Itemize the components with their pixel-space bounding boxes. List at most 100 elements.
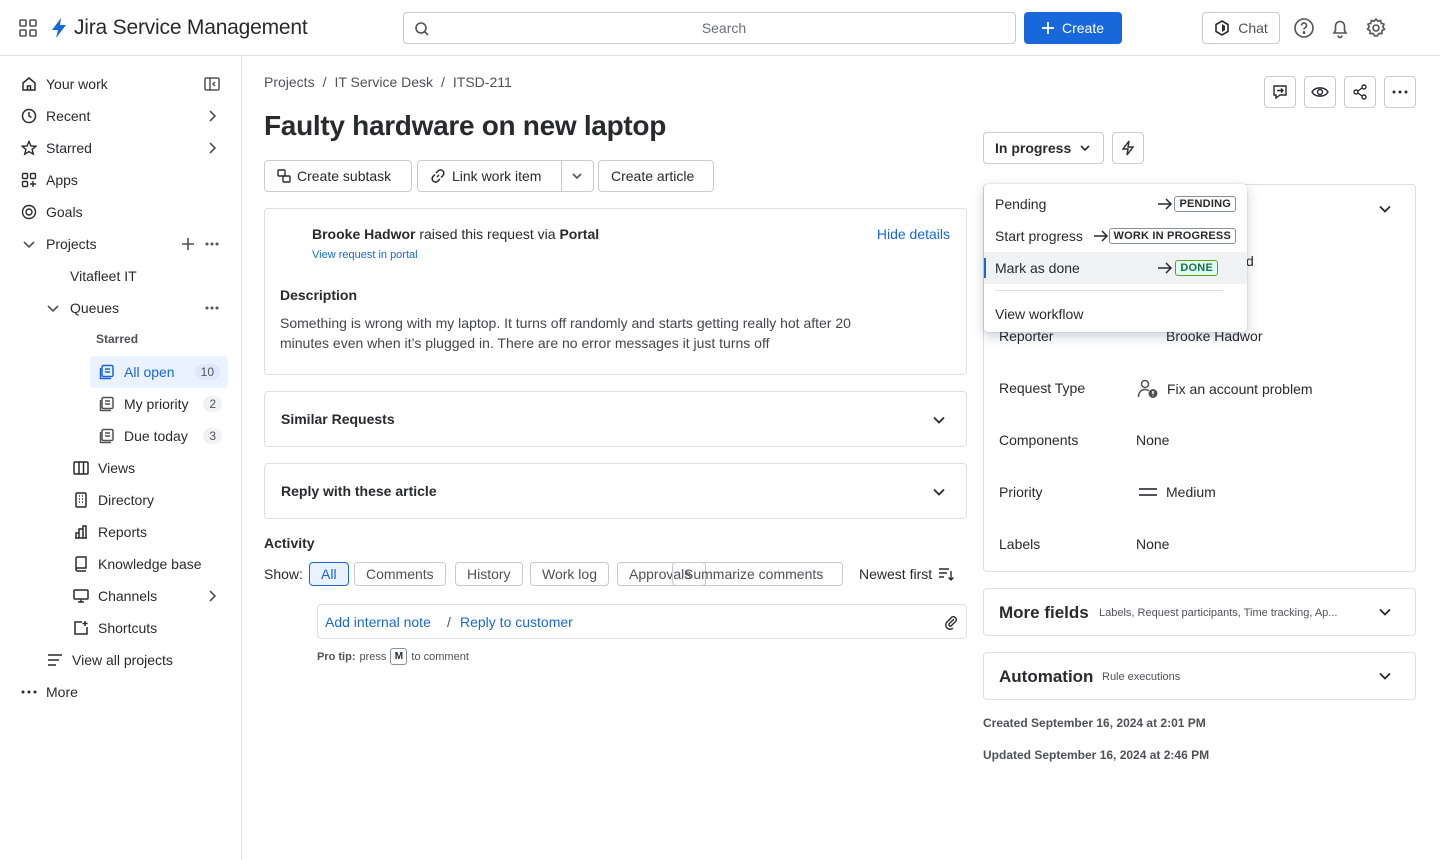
more-fields-section[interactable]: More fields Labels, Request participants… — [983, 588, 1416, 636]
chevron-down-icon[interactable] — [931, 412, 947, 428]
components-value[interactable]: None — [1136, 432, 1169, 448]
status-dropdown-button[interactable]: In progress — [983, 132, 1104, 164]
add-project-plus-icon[interactable] — [178, 234, 198, 254]
plus-icon — [1041, 22, 1054, 34]
view-workflow-item[interactable]: View workflow — [984, 298, 1247, 330]
add-internal-note-link[interactable]: Add internal note — [325, 614, 431, 630]
share-icon[interactable] — [1344, 76, 1376, 108]
sidebar-item-view-all-projects[interactable]: View all projects — [46, 646, 173, 674]
chevron-right-icon[interactable] — [202, 106, 222, 126]
watch-eye-icon[interactable] — [1304, 76, 1336, 108]
link-work-item-button[interactable]: Link work item — [417, 160, 594, 192]
filter-work-log[interactable]: Work log — [530, 562, 609, 586]
automation-section[interactable]: Automation Rule executions — [983, 652, 1416, 700]
request-raised-line: Brooke Hadwor raised this request via Po… — [312, 226, 599, 242]
sidebar-item-channels[interactable]: Channels — [72, 582, 157, 610]
split-divider — [561, 161, 562, 191]
sidebar-item-shortcuts[interactable]: Shortcuts — [72, 614, 157, 642]
updated-timestamp: Updated September 16, 2024 at 2:46 PM — [983, 748, 1210, 762]
chevron-down-icon[interactable] — [1377, 604, 1393, 620]
labels-value[interactable]: None — [1136, 536, 1169, 552]
sidebar-item-knowledge-base[interactable]: Knowledge base — [72, 550, 202, 578]
breadcrumb-service-desk[interactable]: IT Service Desk — [334, 74, 433, 90]
sidebar-label: Vitafleet IT — [70, 268, 137, 284]
request-type-value[interactable]: Fix an account problem — [1137, 378, 1313, 400]
chevron-right-icon[interactable] — [202, 138, 222, 158]
description-text[interactable]: Something is wrong with my laptop. It tu… — [280, 313, 851, 353]
filter-history[interactable]: History — [455, 562, 523, 586]
sidebar-item-queues[interactable]: Queues — [44, 294, 119, 322]
queue-due-today[interactable]: Due today 3 — [98, 422, 228, 450]
sidebar-item-starred[interactable]: Starred — [20, 134, 92, 162]
sidebar-item-goals[interactable]: Goals — [20, 198, 83, 226]
chevron-down-icon[interactable] — [571, 170, 583, 182]
transition-start-progress[interactable]: Start progress WORK IN PROGRESS — [984, 220, 1247, 252]
queue-label: Due today — [124, 428, 188, 444]
notifications-bell-icon[interactable] — [1329, 17, 1351, 39]
reply-articles-section[interactable]: Reply with these article — [264, 463, 967, 519]
search-input[interactable] — [434, 13, 1014, 43]
sidebar-item-your-work[interactable]: Your work — [20, 70, 108, 98]
help-icon[interactable] — [1293, 17, 1315, 39]
sidebar-label: Projects — [46, 236, 97, 252]
chevron-down-icon[interactable] — [931, 484, 947, 500]
chevron-down-icon[interactable] — [1377, 201, 1393, 217]
chevron-down-icon — [1079, 142, 1091, 154]
breadcrumb-issue-key[interactable]: ITSD-211 — [453, 74, 512, 90]
transition-pending[interactable]: Pending PENDING — [984, 188, 1247, 220]
search-box[interactable] — [403, 12, 1016, 44]
filter-all[interactable]: All — [309, 562, 349, 586]
queue-all-open[interactable]: All open 10 — [90, 356, 228, 388]
sidebar-item-more[interactable]: More — [20, 678, 78, 706]
chat-button[interactable]: Chat — [1202, 12, 1280, 44]
create-subtask-button[interactable]: Create subtask — [264, 160, 412, 192]
sort-toggle[interactable]: Newest first — [859, 566, 955, 582]
create-button[interactable]: Create — [1024, 12, 1122, 44]
button-label: Create article — [611, 168, 695, 184]
similar-requests-section[interactable]: Similar Requests — [264, 391, 967, 447]
person-alert-icon — [1137, 378, 1159, 400]
field-peek-text: d — [1246, 253, 1254, 269]
feedback-icon[interactable] — [1264, 76, 1296, 108]
sidebar-label: Reports — [98, 524, 148, 540]
chevron-down-icon[interactable] — [1377, 668, 1393, 684]
app-switcher-icon[interactable] — [18, 18, 38, 38]
more-actions-icon[interactable] — [1384, 76, 1416, 108]
sidebar-label: Recent — [46, 108, 91, 124]
sidebar-item-views[interactable]: Views — [72, 454, 135, 482]
priority-value[interactable]: Medium — [1138, 484, 1216, 500]
view-request-in-portal-link[interactable]: View request in portal — [312, 249, 418, 261]
chevron-right-icon[interactable] — [202, 586, 222, 606]
collapse-sidebar-icon[interactable] — [202, 74, 222, 94]
bar-chart-icon — [72, 523, 90, 541]
transition-mark-as-done[interactable]: Mark as done DONE — [984, 252, 1247, 284]
hide-details-link[interactable]: Hide details — [877, 226, 950, 242]
comment-editor[interactable]: Add internal note / Reply to customer — [317, 604, 967, 639]
filter-comments[interactable]: Comments — [354, 562, 446, 586]
jira-logo[interactable]: Jira Service Management — [50, 16, 308, 40]
sidebar-item-project-vitafleet[interactable]: Vitafleet IT — [70, 262, 137, 290]
sidebar-item-projects[interactable]: Projects — [20, 230, 97, 258]
breadcrumb-projects[interactable]: Projects — [264, 74, 315, 90]
more-options-icon[interactable] — [202, 234, 222, 254]
settings-gear-icon[interactable] — [1365, 17, 1387, 39]
reporter-name[interactable]: Brooke Hadwor — [312, 226, 415, 242]
subtask-icon — [277, 169, 291, 183]
sidebar-item-reports[interactable]: Reports — [72, 518, 147, 546]
sidebar-item-recent[interactable]: Recent — [20, 102, 90, 130]
summarize-comments-button[interactable]: Summarize comments — [672, 562, 843, 586]
components-label: Components — [999, 432, 1079, 448]
reply-to-customer-link[interactable]: Reply to customer — [460, 614, 573, 630]
automation-lightning-icon[interactable] — [1112, 132, 1144, 164]
attachment-paperclip-icon[interactable] — [944, 614, 958, 630]
show-label: Show: — [264, 566, 303, 582]
sidebar-item-apps[interactable]: Apps — [20, 166, 78, 194]
sidebar-item-directory[interactable]: Directory — [72, 486, 154, 514]
more-options-icon[interactable] — [202, 298, 222, 318]
create-article-button[interactable]: Create article — [598, 160, 714, 192]
queue-my-priority[interactable]: My priority 2 — [98, 390, 228, 418]
queue-label: All open — [124, 364, 175, 380]
sidebar-label: Channels — [98, 588, 158, 604]
shortcut-icon — [72, 619, 90, 637]
request-channel: Portal — [559, 226, 600, 242]
